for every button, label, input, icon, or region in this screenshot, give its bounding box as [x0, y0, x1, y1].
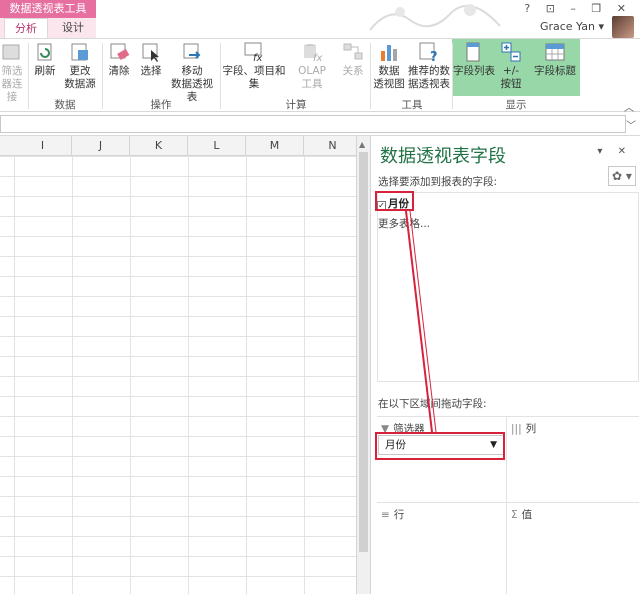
data-source-icon: [71, 43, 88, 61]
sigma-icon: Σ: [511, 509, 518, 521]
svg-text:fx: fx: [313, 53, 323, 63]
drag-fields-label: 在以下区域间拖动字段:: [378, 398, 487, 410]
clear-label: 清除: [108, 65, 130, 77]
plus-minus-buttons-button[interactable]: +/- 按钮: [496, 41, 526, 91]
field-headers-button[interactable]: 字段标题: [530, 41, 580, 78]
group-label-calculations: 计算: [285, 99, 307, 111]
tab-analyze[interactable]: 分析: [4, 18, 48, 38]
plus-minus-buttons-label: +/- 按钮: [500, 65, 522, 90]
columns-area-header: ||| 列: [511, 421, 536, 436]
scroll-up-icon[interactable]: ▲: [359, 140, 365, 149]
recommended-pivot-tables-label: 推荐的数 据透视表: [408, 65, 450, 90]
column-header-k[interactable]: K: [130, 136, 188, 156]
ribbon-separator: [102, 43, 103, 109]
columns-icon: |||: [511, 423, 522, 435]
fields-items-sets-button[interactable]: fx 字段、项目和 集: [222, 41, 286, 91]
pivot-chart-label: 数据 透视图: [373, 65, 405, 90]
select-label: 选择: [140, 65, 162, 77]
user-name[interactable]: Grace Yan ▾: [540, 20, 604, 33]
eraser-icon: [110, 43, 130, 60]
clear-button[interactable]: 清除: [104, 41, 134, 78]
formula-bar: ﹀: [0, 112, 640, 136]
relationships-label: 关系: [342, 65, 364, 77]
column-header-n[interactable]: N: [304, 136, 356, 156]
column-header-m[interactable]: M: [246, 136, 304, 156]
formula-input[interactable]: [0, 115, 626, 133]
columns-area-label: 列: [525, 423, 537, 435]
rows-area[interactable]: ≡ 行: [377, 502, 507, 594]
field-headers-icon: [545, 43, 565, 61]
column-header-l[interactable]: L: [188, 136, 246, 156]
filter-connections-label: 筛选 器连接: [1, 65, 23, 103]
group-label-data: 数据: [54, 99, 76, 111]
relationships-button[interactable]: 关系: [338, 41, 368, 78]
pane-settings-gear-icon[interactable]: ✿ ▾: [608, 166, 636, 186]
refresh-button[interactable]: 刷新: [30, 41, 60, 78]
change-data-source-button[interactable]: 更改 数据源: [60, 41, 100, 91]
olap-tools-button[interactable]: fx OLAP 工具: [286, 41, 338, 91]
change-data-source-label: 更改 数据源: [64, 65, 96, 90]
filter-connections-button[interactable]: 筛选 器连接: [0, 41, 26, 104]
scrollbar-thumb[interactable]: [359, 152, 368, 552]
ribbon-separator: [370, 43, 371, 109]
pane-controls[interactable]: ▾ ✕: [597, 146, 632, 157]
worksheet-grid[interactable]: I J K L M N: [0, 136, 356, 594]
fields-items-sets-label: 字段、项目和 集: [222, 65, 286, 90]
values-area[interactable]: Σ值: [507, 502, 639, 594]
relationships-icon: [343, 43, 363, 60]
recommended-table-icon: ?: [419, 42, 438, 63]
column-header-j[interactable]: J: [72, 136, 130, 156]
olap-tools-label: OLAP 工具: [298, 65, 326, 90]
field-list-icon: [466, 42, 480, 62]
svg-text:?: ?: [430, 50, 438, 63]
bar-chart-icon: [381, 45, 397, 61]
formula-expand-chevron-down-icon[interactable]: ﹀: [626, 117, 636, 132]
tab-design[interactable]: 设计: [52, 18, 94, 38]
select-button[interactable]: 选择: [136, 41, 166, 78]
columns-area[interactable]: ||| 列: [507, 416, 639, 504]
highlight-filter-month: [375, 432, 505, 460]
vertical-scrollbar[interactable]: ▲: [356, 136, 370, 594]
cell-area[interactable]: [0, 156, 356, 594]
values-area-label: 值: [521, 509, 533, 521]
highlight-field-month: [375, 191, 414, 211]
values-area-header: Σ值: [511, 507, 532, 522]
pivot-chart-button[interactable]: 数据 透视图: [372, 41, 406, 91]
group-label-tools: 工具: [401, 99, 423, 111]
select-cursor-icon: [142, 43, 159, 62]
title-bar: 数据透视表工具 分析 设计 ? ⊡ – ❐ ✕ Grace Yan ▾: [0, 0, 640, 38]
choose-fields-label: 选择要添加到报表的字段:: [378, 176, 498, 188]
plus-minus-icon: [501, 42, 521, 62]
ribbon: 筛选 器连接 刷新 更改 数据源 数据 清除 选择 移动 数据透视表 操作 fx…: [0, 38, 640, 114]
context-tab-header: 数据透视表工具: [0, 0, 96, 18]
field-headers-label: 字段标题: [534, 65, 576, 77]
ribbon-separator: [220, 43, 221, 109]
more-tables-link[interactable]: 更多表格...: [378, 216, 430, 231]
move-table-icon: [183, 43, 201, 59]
field-list-button[interactable]: 字段列表: [452, 41, 496, 78]
refresh-label: 刷新: [34, 65, 56, 77]
move-pivot-table-button[interactable]: 移动 数据透视表: [166, 41, 218, 104]
group-label-show: 显示: [505, 99, 527, 111]
olap-cube-icon: fx: [304, 44, 323, 63]
recommended-pivot-tables-button[interactable]: ? 推荐的数 据透视表: [406, 41, 452, 91]
decorative-pattern-icon: [369, 4, 501, 31]
rows-area-label: 行: [393, 509, 405, 521]
formula-fx-icon: fx: [244, 42, 263, 63]
filter-connections-icon: [2, 44, 20, 60]
column-header-i[interactable]: I: [14, 136, 72, 156]
ribbon-separator: [28, 43, 29, 109]
group-label-actions: 操作: [150, 99, 172, 111]
column-headers: I J K L M N: [0, 136, 356, 156]
avatar[interactable]: [612, 16, 634, 38]
rows-icon: ≡: [381, 509, 390, 521]
window-controls[interactable]: ? ⊡ – ❐ ✕: [524, 2, 632, 15]
filters-area[interactable]: ▼ 筛选器: [377, 416, 507, 504]
pane-title: 数据透视表字段: [380, 146, 506, 167]
rows-area-header: ≡ 行: [381, 507, 404, 522]
refresh-icon: [37, 43, 52, 61]
svg-text:fx: fx: [253, 53, 263, 63]
field-list-label: 字段列表: [453, 65, 495, 77]
